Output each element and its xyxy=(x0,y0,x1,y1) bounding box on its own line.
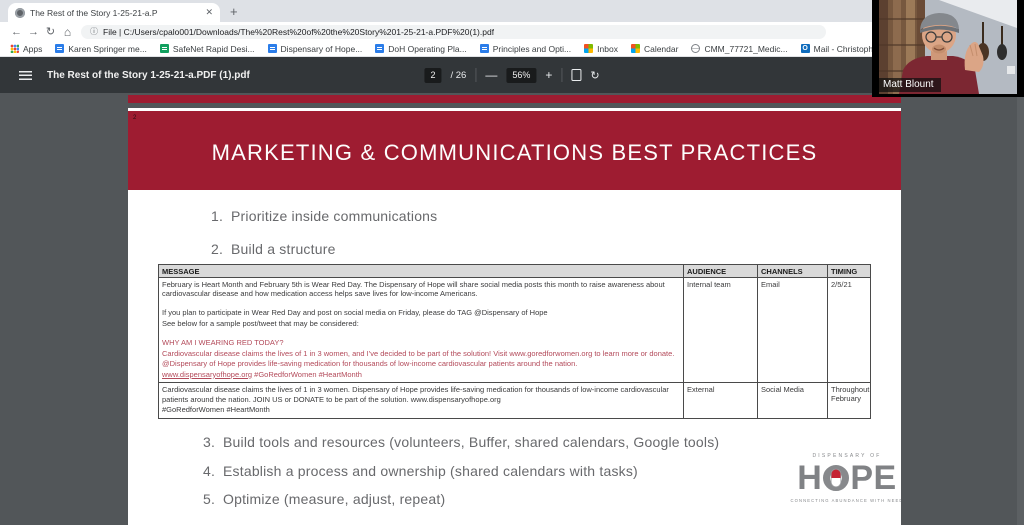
new-tab-button[interactable]: + xyxy=(230,4,238,19)
table-header-row: MESSAGE AUDIENCE CHANNELS TIMING xyxy=(159,265,871,278)
page-info-icon[interactable]: ⓘ xyxy=(90,26,98,37)
communications-table: MESSAGE AUDIENCE CHANNELS TIMING Februar… xyxy=(158,264,871,419)
browser-url-bar: ← → ↻ ⌂ ⓘ File | C:/Users/cpalo001/Downl… xyxy=(0,22,1024,41)
list-item-1: 1. Prioritize inside communications xyxy=(211,208,437,224)
page-number-input[interactable]: 2 xyxy=(424,68,441,83)
pill-capsule-icon xyxy=(823,465,849,491)
header-message: MESSAGE xyxy=(159,265,684,278)
timing-cell: Throughout February xyxy=(828,383,871,419)
list-item-3: 3. Build tools and resources (volunteers… xyxy=(203,434,719,450)
participant-name-label: Matt Blount xyxy=(879,78,941,92)
webcam-overlay[interactable]: Matt Blount xyxy=(872,0,1024,97)
google-sheets-icon xyxy=(160,44,169,53)
previous-page-edge xyxy=(128,95,901,103)
list-item-5: 5. Optimize (measure, adjust, repeat) xyxy=(203,491,445,507)
address-input[interactable]: ⓘ File | C:/Users/cpalo001/Downloads/The… xyxy=(81,25,826,39)
microsoft-icon xyxy=(584,44,593,53)
rotate-icon[interactable]: ↻ xyxy=(590,69,599,82)
header-channels: CHANNELS xyxy=(758,265,828,278)
url-text: File | C:/Users/cpalo001/Downloads/The%2… xyxy=(103,27,494,37)
channels-cell: Social Media xyxy=(758,383,828,419)
google-docs-icon xyxy=(375,44,384,53)
pdf-toolbar-controls: 2 / 26 — 56% + ↻ xyxy=(424,57,599,93)
page-total-label: / 26 xyxy=(450,70,466,81)
pdf-toolbar: The Rest of the Story 1-25-21-a.PDF (1).… xyxy=(0,57,1024,93)
list-item-4: 4. Establish a process and ownership (sh… xyxy=(203,463,638,479)
bookmark-item[interactable]: Inbox xyxy=(584,44,618,54)
zoom-level-value: 56% xyxy=(506,68,536,83)
table-row: Cardiovascular disease claims the lives … xyxy=(159,383,871,419)
bookmark-apps[interactable]: Apps xyxy=(10,44,42,54)
list-item-2: 2. Build a structure xyxy=(211,241,336,257)
sample-post-heading: WHY AM I WEARING RED TODAY? xyxy=(162,338,680,348)
outlook-icon: O xyxy=(801,44,810,53)
google-docs-icon xyxy=(268,44,277,53)
google-docs-icon xyxy=(55,44,64,53)
microsoft-icon xyxy=(631,44,640,53)
timing-cell: 2/5/21 xyxy=(828,278,871,383)
audience-cell: External xyxy=(684,383,758,419)
toolbar-divider xyxy=(475,68,476,82)
dispensaryofhope-link[interactable]: www.dispensaryofhope.org xyxy=(162,370,252,379)
bookmark-item[interactable]: SafeNet Rapid Desi... xyxy=(160,44,255,54)
bookmark-item[interactable]: Dispensary of Hope... xyxy=(268,44,363,54)
toolbar-divider xyxy=(561,68,562,82)
dispensary-of-hope-logo: DISPENSARY OF H PE CONNECTING ABUNDANCE … xyxy=(788,453,901,503)
zoom-out-button[interactable]: — xyxy=(485,68,497,82)
forward-icon[interactable]: → xyxy=(25,26,42,38)
pdf-page: 2 MARKETING & COMMUNICATIONS BEST PRACTI… xyxy=(128,108,901,525)
bookmark-item[interactable]: CMM_77721_Medic... xyxy=(691,44,787,54)
menu-icon[interactable] xyxy=(19,71,32,80)
apps-grid-icon xyxy=(10,44,19,53)
screen: The Rest of the Story 1-25-21-a.P ✕ + ← … xyxy=(0,0,1024,525)
pdf-viewer: The Rest of the Story 1-25-21-a.PDF (1).… xyxy=(0,57,1024,525)
slide-page-number: 2 xyxy=(133,115,136,121)
header-timing: TIMING xyxy=(828,265,871,278)
globe-icon xyxy=(691,44,700,53)
tab-title: The Rest of the Story 1-25-21-a.P xyxy=(30,8,200,18)
bookmarks-bar: Apps Karen Springer me... SafeNet Rapid … xyxy=(0,41,1024,57)
browser-tab-strip: The Rest of the Story 1-25-21-a.P ✕ + xyxy=(0,0,1024,22)
message-cell: February is Heart Month and February 5th… xyxy=(159,278,684,383)
pdf-document-title: The Rest of the Story 1-25-21-a.PDF (1).… xyxy=(47,70,250,81)
message-cell: Cardiovascular disease claims the lives … xyxy=(159,383,684,419)
tab-close-icon[interactable]: ✕ xyxy=(205,7,213,18)
back-icon[interactable]: ← xyxy=(8,26,25,38)
header-audience: AUDIENCE xyxy=(684,265,758,278)
fit-page-icon[interactable] xyxy=(571,69,581,81)
bookmark-item[interactable]: Calendar xyxy=(631,44,679,54)
slide-title-banner: 2 MARKETING & COMMUNICATIONS BEST PRACTI… xyxy=(128,111,901,190)
channels-cell: Email xyxy=(758,278,828,383)
audience-cell: Internal team xyxy=(684,278,758,383)
bookmark-item[interactable]: Karen Springer me... xyxy=(55,44,146,54)
reload-icon[interactable]: ↻ xyxy=(42,25,59,38)
slide-title: MARKETING & COMMUNICATIONS BEST PRACTICE… xyxy=(128,140,901,166)
pdf-favicon-icon xyxy=(15,8,25,18)
home-icon[interactable]: ⌂ xyxy=(59,25,76,39)
bookmark-item[interactable]: DoH Operating Pla... xyxy=(375,44,466,54)
google-docs-icon xyxy=(480,44,489,53)
vertical-scrollbar[interactable] xyxy=(1017,93,1024,525)
browser-tab[interactable]: The Rest of the Story 1-25-21-a.P ✕ xyxy=(8,3,220,22)
table-row: February is Heart Month and February 5th… xyxy=(159,278,871,383)
bookmark-item[interactable]: Principles and Opti... xyxy=(480,44,571,54)
zoom-in-button[interactable]: + xyxy=(545,68,552,82)
